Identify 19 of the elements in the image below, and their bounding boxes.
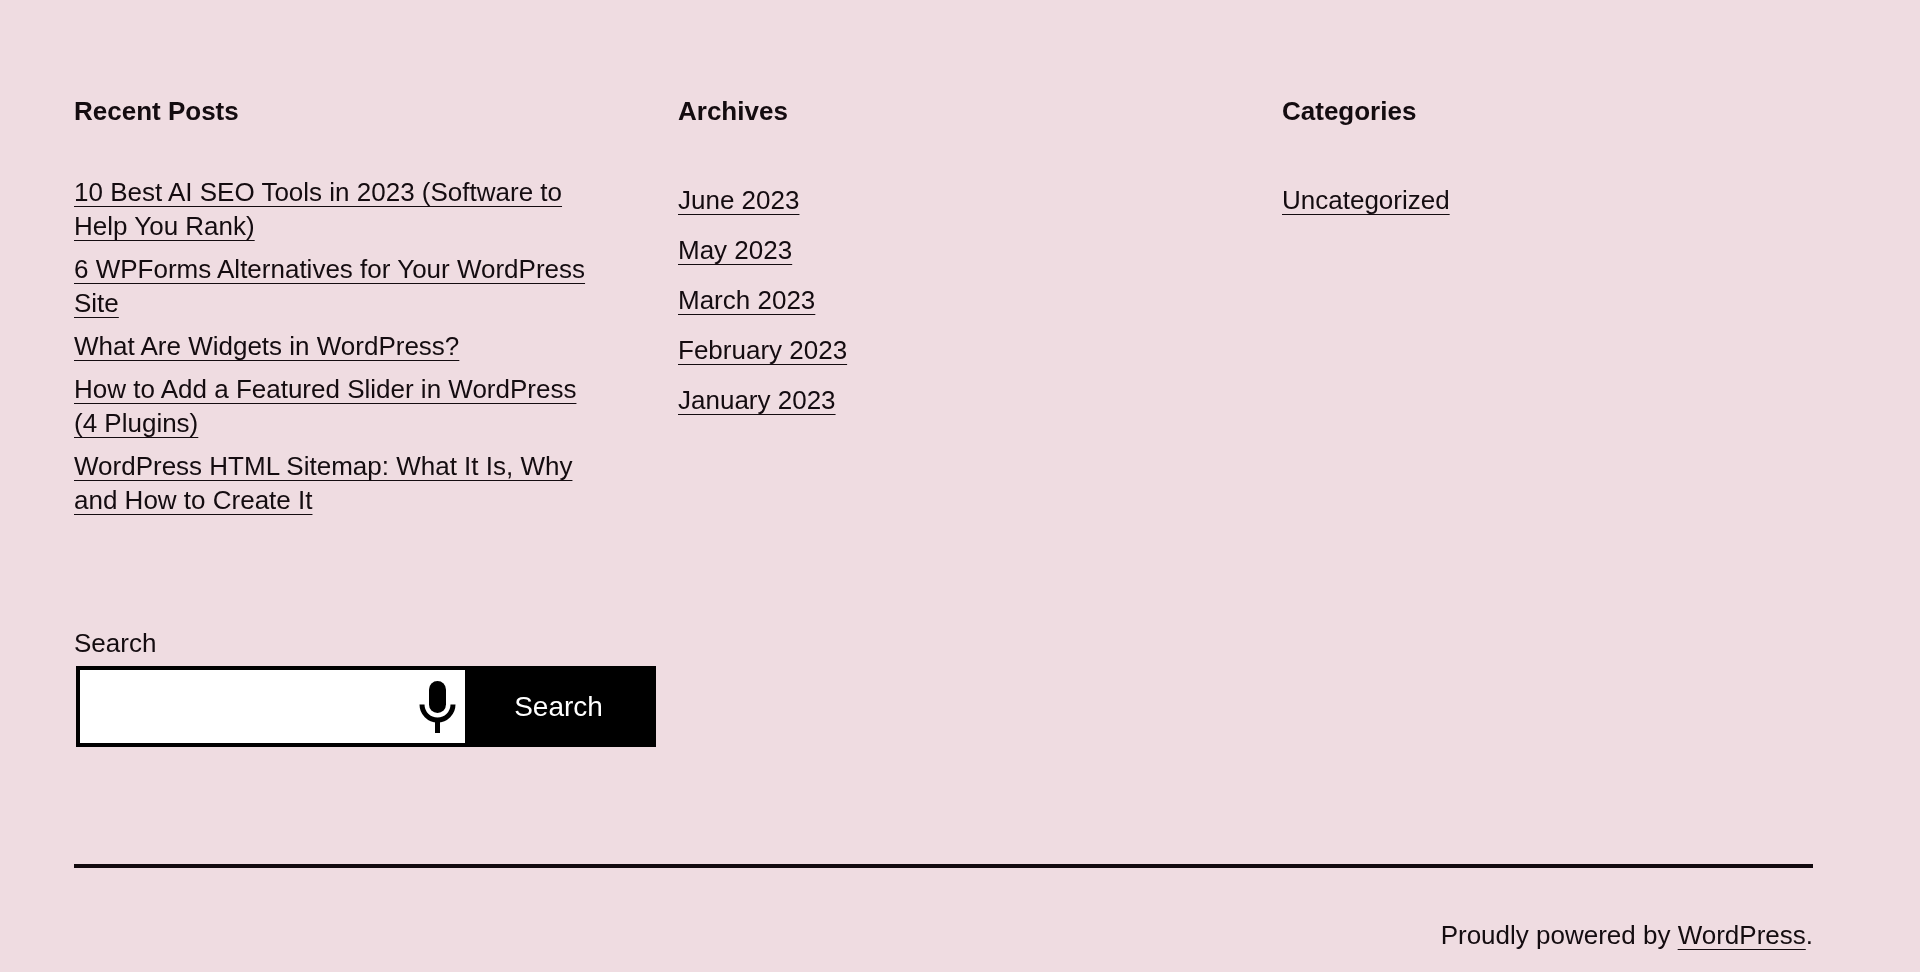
- post-link[interactable]: WordPress HTML Sitemap: What It Is, Why and How to Create It: [74, 449, 596, 517]
- post-link[interactable]: 10 Best AI SEO Tools in 2023 (Software to Help You Rank): [74, 175, 596, 243]
- archive-link[interactable]: June 2023: [678, 183, 800, 217]
- search-label: Search: [74, 628, 157, 658]
- archive-link[interactable]: February 2023: [678, 333, 848, 367]
- search-button[interactable]: Search: [465, 670, 652, 743]
- category-link[interactable]: Uncategorized: [1282, 183, 1450, 217]
- post-link[interactable]: How to Add a Featured Slider in WordPress (4 Plugins): [74, 372, 596, 440]
- widget-title: Categories: [1282, 96, 1418, 126]
- archive-link[interactable]: May 2023: [678, 233, 793, 267]
- microphone-icon[interactable]: [419, 680, 456, 733]
- archive-link[interactable]: January 2023: [678, 383, 836, 417]
- post-link[interactable]: 6 WPForms Alternatives for Your WordPress Site: [74, 252, 596, 320]
- wordpress-link[interactable]: WordPress: [1677, 920, 1806, 950]
- footer-credit: Proudly powered by WordPress.: [1440, 919, 1813, 952]
- archive-link[interactable]: March 2023: [678, 283, 816, 317]
- widget-title: Recent Posts: [74, 96, 240, 126]
- widget-title: Archives: [678, 96, 789, 126]
- post-link[interactable]: What Are Widgets in WordPress?: [74, 329, 460, 363]
